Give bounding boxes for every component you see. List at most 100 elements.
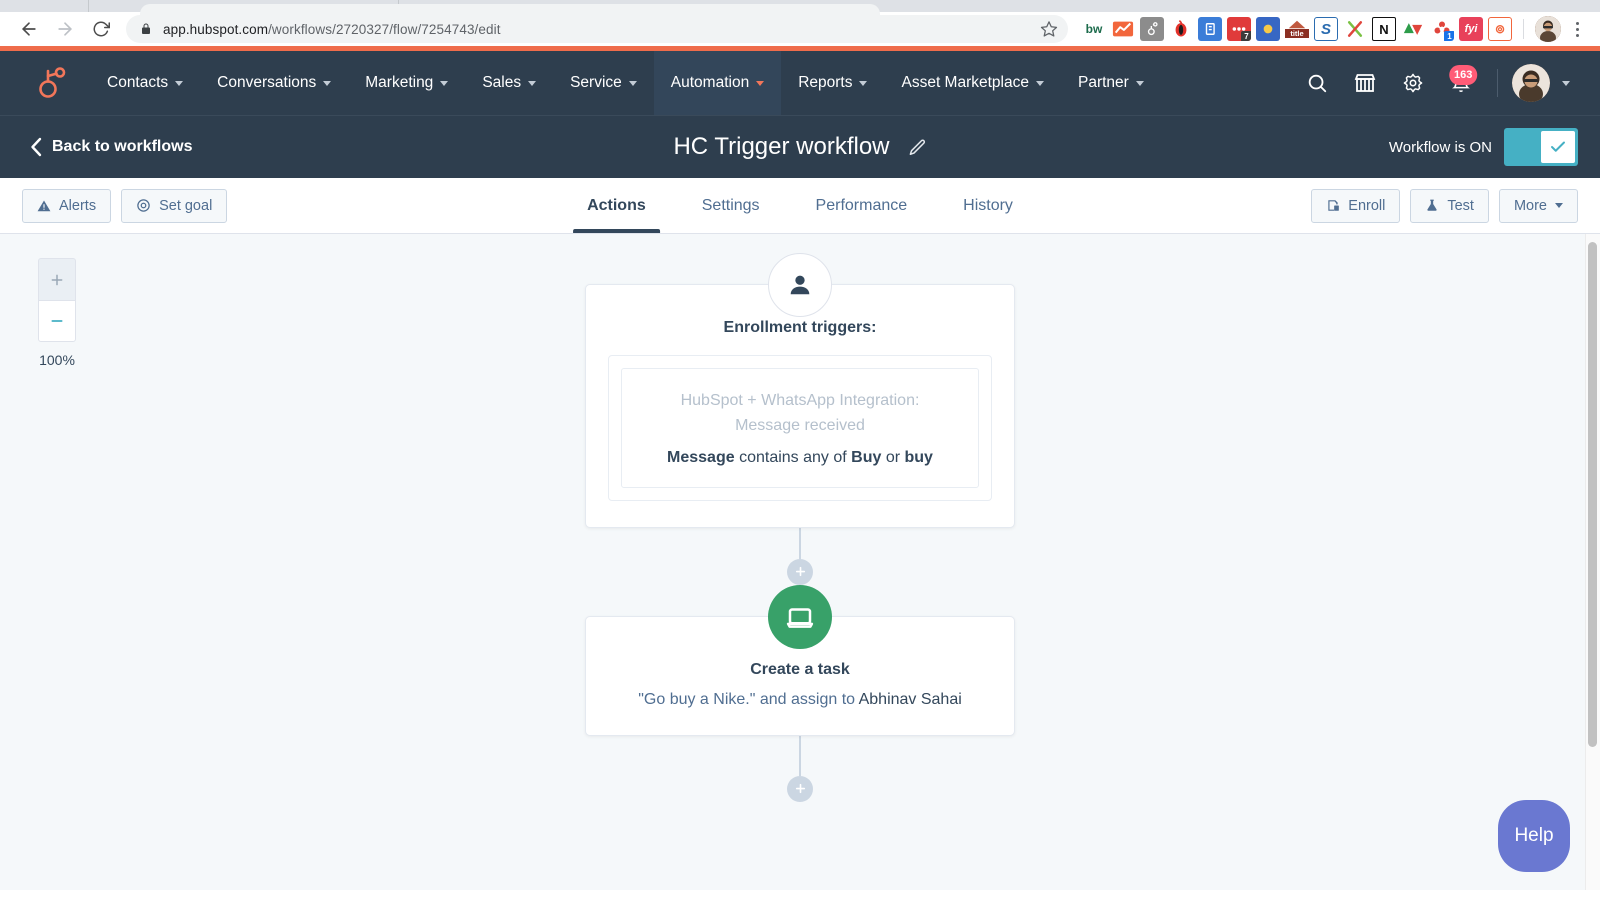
red-flower-extension[interactable]: 1 <box>1430 17 1454 41</box>
account-chevron-down-icon[interactable] <box>1554 61 1578 105</box>
workflow-on-off-toggle[interactable] <box>1504 128 1578 166</box>
tab-label: History <box>963 197 1013 215</box>
chevron-down-icon <box>528 81 536 86</box>
address-bar[interactable]: app.hubspot.com/workflows/2720327/flow/7… <box>126 15 1068 43</box>
avatar[interactable] <box>1512 64 1550 102</box>
test-button[interactable]: Test <box>1410 189 1489 223</box>
set-goal-button[interactable]: Set goal <box>121 189 227 223</box>
trigger-source-line1: HubSpot + WhatsApp Integration: <box>636 389 964 414</box>
more-button[interactable]: More <box>1499 189 1578 223</box>
workflow-canvas[interactable]: 100% Enrollment triggers: HubSpot + What… <box>0 234 1600 890</box>
back-arrow-icon[interactable] <box>12 14 46 44</box>
enrollment-trigger-card[interactable]: Enrollment triggers: HubSpot + WhatsApp … <box>585 284 1015 528</box>
triangles-extension[interactable] <box>1401 17 1425 41</box>
active-browser-tab[interactable] <box>140 4 880 16</box>
extension-badge: 1 <box>1444 31 1454 41</box>
chevron-down-icon <box>859 81 867 86</box>
notion-extension[interactable]: N <box>1372 17 1396 41</box>
flask-test-icon <box>1425 198 1439 213</box>
help-label: Help <box>1514 825 1553 847</box>
red-notes-extension[interactable]: 7 <box>1227 17 1251 41</box>
notification-bell-icon[interactable]: 163 <box>1439 61 1483 105</box>
checkmark-icon <box>1549 138 1567 156</box>
tab-label: Performance <box>816 197 908 215</box>
contact-person-icon <box>768 253 832 317</box>
help-button[interactable]: Help <box>1498 800 1570 872</box>
hubspot-sprocket-logo[interactable] <box>30 66 72 100</box>
workflow-name: HC Trigger workflow <box>673 133 889 161</box>
condition-property: Message <box>667 449 735 466</box>
plus-circle-icon[interactable] <box>787 776 813 802</box>
chart-extension[interactable] <box>1111 17 1135 41</box>
lock-icon <box>140 22 152 36</box>
marketplace-storefront-icon[interactable] <box>1343 61 1387 105</box>
scissors-extension[interactable] <box>1343 17 1367 41</box>
sun-extension[interactable] <box>1256 17 1280 41</box>
url-host: app.hubspot.com <box>163 22 268 37</box>
chevron-down-icon <box>323 81 331 86</box>
star-icon[interactable] <box>1030 20 1058 38</box>
tab-history[interactable]: History <box>935 178 1041 233</box>
task-mid-text: and assign to <box>755 691 858 708</box>
trigger-item[interactable]: HubSpot + WhatsApp Integration: Message … <box>621 368 979 488</box>
nav-item-asset-marketplace[interactable]: Asset Marketplace <box>884 51 1061 115</box>
tab-actions[interactable]: Actions <box>559 178 674 233</box>
nav-item-reports[interactable]: Reports <box>781 51 884 115</box>
zoom-in-button[interactable] <box>38 258 76 300</box>
nav-label: Marketing <box>365 74 433 92</box>
pencil-edit-icon[interactable] <box>908 138 927 157</box>
s-extension[interactable]: S <box>1314 17 1338 41</box>
create-task-card[interactable]: Create a task "Go buy a Nike." and assig… <box>585 616 1015 736</box>
nav-item-contacts[interactable]: Contacts <box>90 51 200 115</box>
create-task-detail: "Go buy a Nike." and assign to Abhinav S… <box>608 691 992 709</box>
nav-item-automation[interactable]: Automation <box>654 51 781 115</box>
workflow-flow: Enrollment triggers: HubSpot + WhatsApp … <box>580 234 1020 802</box>
blue-box-extension[interactable] <box>1198 17 1222 41</box>
notification-count-badge: 163 <box>1449 65 1477 85</box>
reload-icon[interactable] <box>84 14 118 44</box>
nav-right-actions: 163 <box>1295 61 1578 105</box>
trigger-source-line2: Message received <box>636 414 964 439</box>
opera-extension[interactable] <box>1169 17 1193 41</box>
bw-extension[interactable]: bw <box>1082 17 1106 41</box>
back-to-workflows-label: Back to workflows <box>52 138 192 156</box>
orange-circle-extension[interactable]: ⊚ <box>1488 17 1512 41</box>
title-extension[interactable]: title <box>1285 17 1309 41</box>
task-assignee: Abhinav Sahai <box>859 691 962 708</box>
tab-settings[interactable]: Settings <box>674 178 788 233</box>
enroll-button[interactable]: Enroll <box>1311 189 1400 223</box>
zoom-out-button[interactable] <box>38 300 76 342</box>
hubspot-sprocket-extension[interactable] <box>1140 17 1164 41</box>
scrollbar-thumb[interactable] <box>1588 242 1597 747</box>
enroll-icon <box>1326 198 1340 213</box>
url-text: app.hubspot.com/workflows/2720327/flow/7… <box>163 22 501 37</box>
nav-item-sales[interactable]: Sales <box>465 51 553 115</box>
browser-profile-avatar[interactable] <box>1535 16 1561 42</box>
three-dots-menu-icon[interactable] <box>1566 22 1588 37</box>
plus-circle-icon[interactable] <box>787 559 813 585</box>
nav-item-marketing[interactable]: Marketing <box>348 51 465 115</box>
page-title: HC Trigger workflow <box>0 133 1600 161</box>
warning-triangle-icon <box>37 199 51 213</box>
tab-performance[interactable]: Performance <box>788 178 936 233</box>
minus-icon <box>49 313 65 329</box>
back-to-workflows-link[interactable]: Back to workflows <box>30 137 192 157</box>
canvas-scrollbar[interactable] <box>1585 234 1600 890</box>
alerts-button[interactable]: Alerts <box>22 189 111 223</box>
alerts-label: Alerts <box>59 198 96 214</box>
nav-item-conversations[interactable]: Conversations <box>200 51 348 115</box>
browser-extensions: bw 7 title S N <box>1078 16 1588 42</box>
set-goal-label: Set goal <box>159 198 212 214</box>
forward-arrow-icon[interactable] <box>48 14 82 44</box>
workflow-toolbar: Alerts Set goal Actions Settings Perform… <box>0 178 1600 234</box>
browser-tab-strip[interactable] <box>0 0 1600 12</box>
nav-label: Asset Marketplace <box>901 74 1029 92</box>
create-task-title: Create a task <box>608 661 992 679</box>
condition-value-2: buy <box>905 449 933 466</box>
search-icon[interactable] <box>1295 61 1339 105</box>
nav-item-partner[interactable]: Partner <box>1061 51 1161 115</box>
fyi-extension[interactable]: fyi <box>1459 17 1483 41</box>
nav-item-service[interactable]: Service <box>553 51 654 115</box>
gear-icon[interactable] <box>1391 61 1435 105</box>
nav-label: Reports <box>798 74 852 92</box>
